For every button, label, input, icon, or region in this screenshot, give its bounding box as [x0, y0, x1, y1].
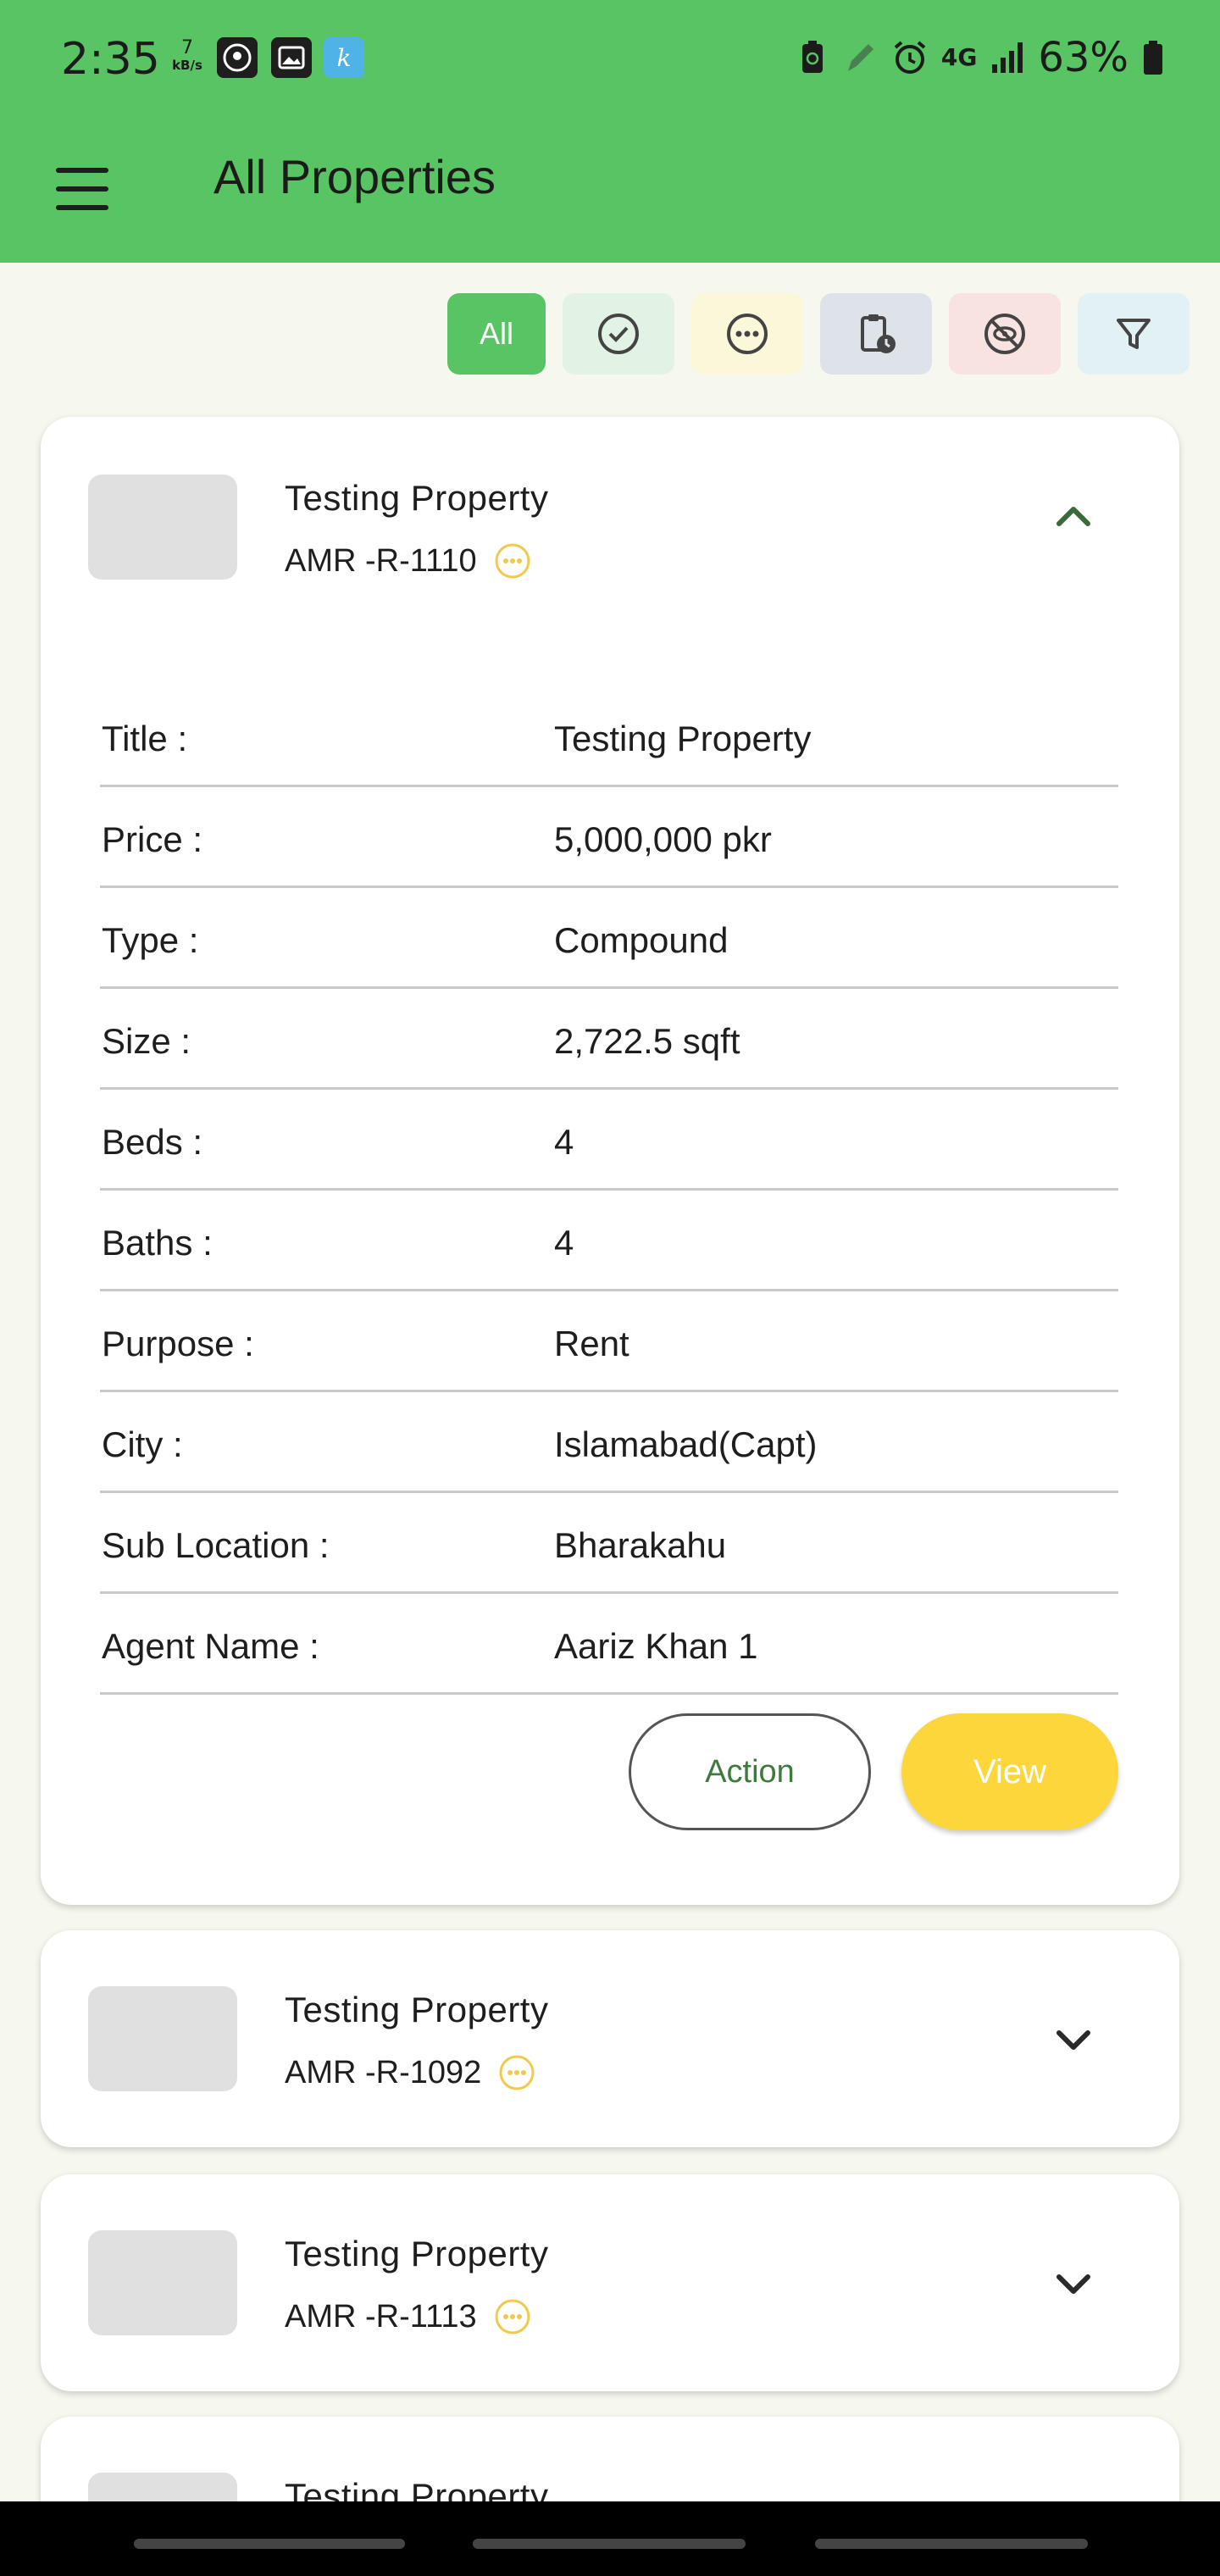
detail-row-beds: Beds : 4: [100, 1090, 1118, 1191]
menu-icon-line: [56, 186, 108, 192]
network-speed-value: 7: [181, 37, 193, 58]
property-card: Testing Property AMR -R-1110 Title : Test…: [41, 417, 1179, 1905]
detail-row-title: Title : Testing Property: [100, 686, 1118, 787]
detail-value: Testing Property: [554, 719, 812, 758]
pen-icon: [847, 44, 873, 71]
check-circle-icon: [598, 314, 639, 354]
view-button[interactable]: View: [901, 1713, 1118, 1830]
filter-icon: [1117, 319, 1151, 349]
detail-label: Purpose :: [102, 1324, 254, 1363]
detail-label: Sub Location :: [102, 1525, 330, 1565]
filter-approved-button[interactable]: [563, 293, 674, 375]
detail-value: 5,000,000 pkr: [554, 819, 772, 859]
detail-label: Type :: [102, 920, 199, 960]
detail-label: Title :: [102, 719, 188, 758]
property-title: Testing Property: [285, 2234, 549, 2273]
signal-icon: [992, 42, 1023, 73]
more-circle-icon: [727, 314, 768, 354]
filter-options-button[interactable]: [1078, 293, 1190, 375]
expand-button[interactable]: [1044, 2010, 1103, 2069]
battery-saver-icon: [801, 41, 823, 73]
status-bar: 2:35 7 kB/s k 4G 63%: [0, 0, 1220, 115]
detail-row-type: Type : Compound: [100, 888, 1118, 989]
property-code: AMR -R-1113: [285, 2298, 531, 2335]
detail-row-size: Size : 2,722.5 sqft: [100, 989, 1118, 1090]
app-notification-icon: [217, 37, 258, 78]
detail-value: Rent: [554, 1324, 629, 1363]
property-thumbnail: [88, 2230, 237, 2335]
pending-status-icon: [495, 543, 530, 579]
property-details-table: Title : Testing Property Price : 5,000,000…: [100, 686, 1118, 1695]
detail-value: Compound: [554, 920, 729, 960]
network-speed-unit: kB/s: [172, 58, 202, 73]
pending-status-icon: [499, 2055, 535, 2090]
detail-row-baths: Baths : 4: [100, 1191, 1118, 1291]
property-thumbnail: [88, 1986, 237, 2091]
property-title: Testing Property: [285, 1990, 549, 2029]
filter-all-button[interactable]: All: [447, 293, 546, 375]
pending-status-icon: [495, 2299, 530, 2334]
network-type-icon: 4G: [941, 46, 977, 69]
detail-row-agent-name: Agent Name : Aariz Khan 1: [100, 1594, 1118, 1695]
detail-label: City :: [102, 1424, 183, 1464]
network-speed: 7 kB/s: [166, 39, 208, 72]
detail-label: Agent Name :: [102, 1626, 319, 1666]
chevron-down-icon: [1056, 2274, 1090, 2294]
expand-button[interactable]: [1044, 2254, 1103, 2313]
detail-value: Aariz Khan 1: [554, 1626, 758, 1666]
property-code-text: AMR -R-1113: [285, 2298, 477, 2334]
chevron-down-icon: [1056, 2030, 1090, 2050]
svg-text:k: k: [337, 44, 352, 72]
detail-label: Price :: [102, 819, 203, 859]
detail-row-sub-location: Sub Location : Bharakahu: [100, 1493, 1118, 1594]
property-code-text: AMR -R-1092: [285, 2054, 482, 2090]
menu-icon-line: [56, 168, 108, 173]
property-code: AMR -R-1110: [285, 542, 531, 580]
detail-row-price: Price : 5,000,000 pkr: [100, 787, 1118, 888]
alarm-icon: [894, 41, 926, 74]
gallery-notification-icon: [271, 37, 312, 78]
detail-value: 4: [554, 1223, 574, 1263]
status-filters: All: [447, 293, 1190, 375]
filter-pending-button[interactable]: [691, 293, 803, 375]
network-type-label: 4G: [940, 43, 978, 71]
page-title: All Properties: [214, 150, 496, 203]
detail-row-purpose: Purpose : Rent: [100, 1291, 1118, 1392]
property-thumbnail: [88, 475, 237, 580]
keyboard-app-notification-icon: k: [324, 37, 364, 78]
nav-handle[interactable]: [134, 2539, 405, 2549]
detail-row-city: City : Islamabad(Capt): [100, 1392, 1118, 1493]
detail-label: Beds :: [102, 1122, 203, 1162]
property-title: Testing Property: [285, 478, 549, 518]
property-code: AMR -R-1092: [285, 2054, 535, 2091]
detail-value: 2,722.5 sqft: [554, 1021, 740, 1061]
nav-handle[interactable]: [815, 2539, 1088, 2549]
detail-label: Baths :: [102, 1223, 213, 1263]
filter-inactive-button[interactable]: [949, 293, 1061, 375]
clipboard-clock-icon: [861, 314, 896, 353]
app-bar: All Properties: [0, 115, 1220, 263]
property-code-text: AMR -R-1110: [285, 542, 477, 579]
system-navigation-bar: [0, 2501, 1220, 2576]
detail-value: Islamabad(Capt): [554, 1424, 818, 1464]
property-card[interactable]: Testing Property AMR -R-1092: [41, 1930, 1179, 2147]
menu-icon-line: [56, 205, 108, 210]
status-right-icons: 4G 63%: [796, 34, 1166, 81]
chevron-up-icon: [1056, 507, 1090, 526]
collapse-button[interactable]: [1044, 486, 1103, 546]
battery-icon: [1144, 41, 1162, 75]
filter-scheduled-button[interactable]: [820, 293, 932, 375]
nav-handle[interactable]: [473, 2539, 746, 2549]
property-card[interactable]: Testing Property AMR -R-1113: [41, 2174, 1179, 2391]
detail-value: 4: [554, 1122, 574, 1162]
detail-label: Size :: [102, 1021, 191, 1061]
eye-off-icon: [984, 314, 1025, 354]
action-button[interactable]: Action: [629, 1713, 871, 1830]
status-time: 2:35: [61, 34, 160, 85]
battery-percent: 63%: [1038, 34, 1128, 81]
detail-value: Bharakahu: [554, 1525, 727, 1565]
menu-button[interactable]: [47, 159, 119, 219]
